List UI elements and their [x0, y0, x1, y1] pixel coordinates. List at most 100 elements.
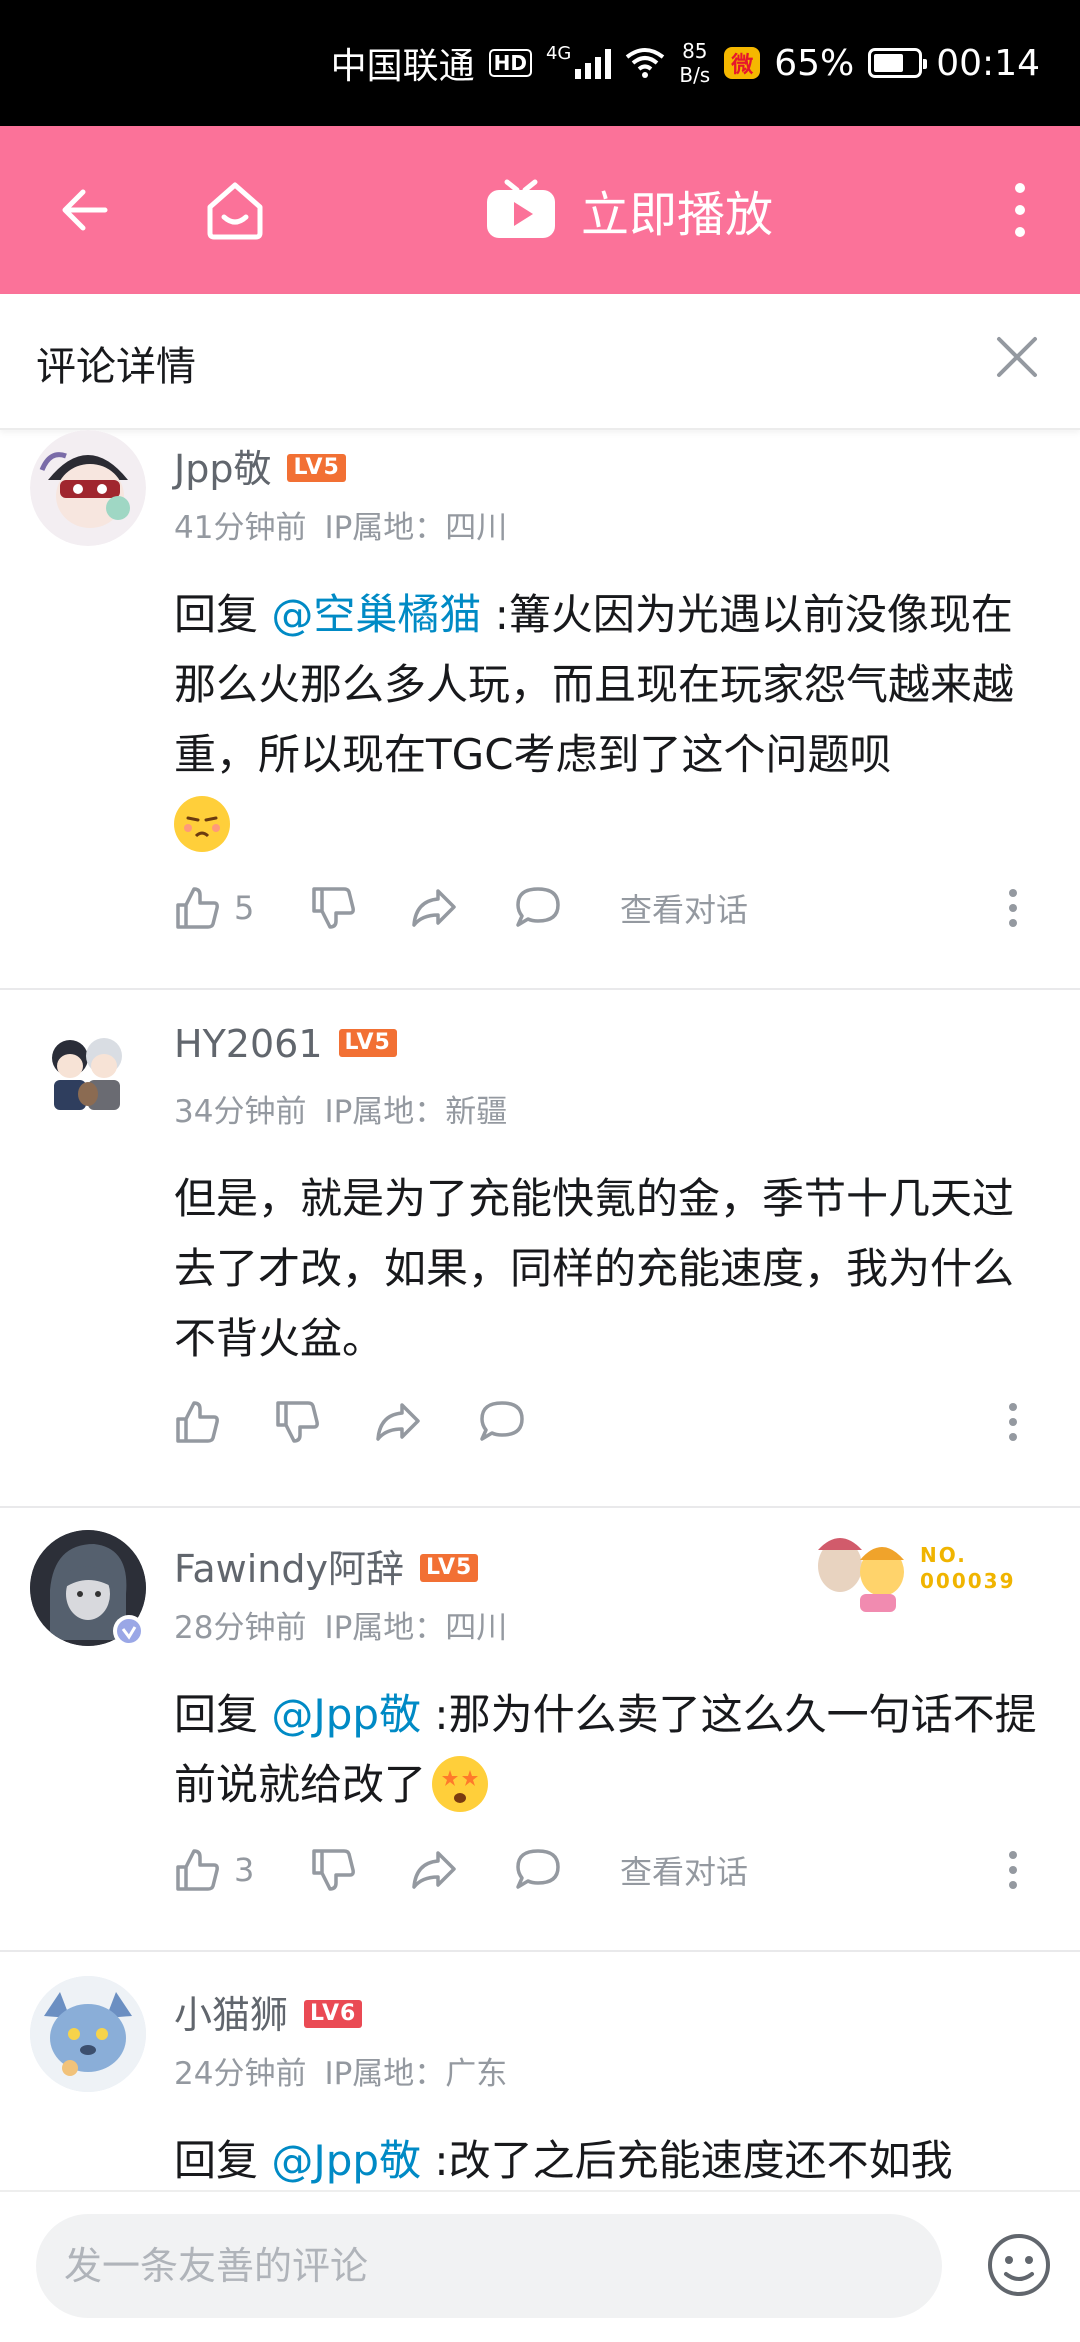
view-dialog-label: 查看对话	[620, 891, 749, 929]
comment-time: 34分钟前	[174, 1094, 307, 1130]
share-icon	[376, 1403, 420, 1441]
close-button[interactable]	[984, 324, 1050, 390]
view-dialog-label: 查看对话	[620, 1853, 749, 1891]
comment-bubble-icon	[516, 1849, 560, 1889]
weibo-icon: 微	[724, 47, 761, 79]
battery-icon	[868, 48, 928, 78]
divider	[0, 1950, 1080, 1952]
comment-time: 24分钟前	[174, 2056, 307, 2092]
thumbs-down-icon	[312, 1849, 355, 1891]
level-badge: LV5	[420, 1553, 479, 1582]
sulky-face-emoji	[174, 795, 230, 852]
mention-link[interactable]: @Jpp敬	[271, 2136, 421, 2185]
comment-detail-header: 评论详情	[0, 294, 1080, 430]
status-bar: 中国联通 HD 4G 85 B/s 微 65% 00:14	[0, 0, 1080, 126]
dislike-button[interactable]	[310, 1840, 356, 1900]
username-text: Fawindy阿辞	[174, 1547, 404, 1591]
hd-badge: HD	[488, 49, 532, 77]
comment-text: 回复 @空巢橘猫 :篝火因为光遇以前没像现在那么火那么多人玩，而且现在玩家怨气越…	[174, 580, 1044, 860]
net-speed-value: 85	[682, 39, 708, 63]
dislike-button[interactable]	[274, 1392, 320, 1452]
mention-link[interactable]: @空巢橘猫	[271, 590, 481, 639]
level-badge: LV5	[287, 453, 346, 482]
page-title: 评论详情	[36, 344, 196, 390]
thumbs-down-icon	[276, 1401, 319, 1443]
avatar[interactable]	[30, 1014, 146, 1130]
dislike-button[interactable]	[310, 878, 356, 938]
share-button[interactable]	[374, 1392, 422, 1452]
share-button[interactable]	[410, 878, 458, 938]
avatar-image	[30, 1014, 146, 1130]
like-button[interactable]: 5	[174, 878, 254, 938]
view-dialog-button[interactable]: 查看对话	[620, 1840, 748, 1900]
view-dialog-button[interactable]: 查看对话	[620, 878, 748, 938]
reply-button[interactable]	[514, 1840, 562, 1900]
starry-eyed-emoji	[432, 1755, 489, 1812]
back-arrow-icon	[62, 189, 108, 231]
share-button[interactable]	[410, 1840, 458, 1900]
mention-link[interactable]: @Jpp敬	[271, 1690, 421, 1739]
comment-time: 41分钟前	[174, 510, 307, 546]
comment-actions	[174, 1392, 1054, 1452]
reply-button[interactable]	[514, 878, 562, 938]
net-speed-unit: B/s	[679, 63, 711, 87]
level-badge: LV6	[304, 1999, 363, 2028]
back-button[interactable]	[40, 126, 130, 294]
comment-input[interactable]	[36, 2214, 942, 2318]
level-badge: LV5	[338, 1028, 397, 1057]
comment-bubble-icon	[516, 887, 560, 927]
ip-location: IP属地：四川	[324, 1610, 508, 1646]
avatar[interactable]	[30, 1976, 146, 2092]
ip-location: IP属地：四川	[324, 510, 508, 546]
play-now-button[interactable]: 立即播放	[485, 126, 773, 294]
tv-play-icon	[487, 179, 555, 238]
emoji-picker-icon[interactable]	[986, 2232, 1052, 2298]
home-button[interactable]	[190, 126, 280, 294]
verified-badge-icon	[113, 1615, 145, 1647]
comment-more-button[interactable]	[1008, 1392, 1018, 1452]
like-count: 3	[234, 1851, 255, 1889]
comment-meta: 24分钟前 IP属地：广东	[174, 2048, 507, 2093]
reply-prefix: 回复	[174, 2136, 272, 2185]
fan-badge-image	[818, 1538, 904, 1612]
username-text: 小猫狮	[174, 1993, 289, 2037]
username-text: Jpp敬	[174, 447, 272, 491]
comment-meta: 41分钟前 IP属地：四川	[174, 502, 507, 547]
reply-prefix: 回复	[174, 1690, 272, 1739]
avatar-image	[30, 1976, 146, 2092]
ip-location: IP属地：广东	[324, 2056, 508, 2092]
like-count: 5	[234, 889, 255, 927]
thumbs-down-icon	[312, 887, 355, 929]
divider	[0, 1506, 1080, 1508]
more-vertical-icon	[1009, 1403, 1017, 1441]
comment-actions: 3 查看对话	[174, 1840, 1054, 1900]
comment-text: 回复 @Jpp敬 :那为什么卖了这么久一句话不提前说就给改了	[174, 1680, 1044, 1820]
net-speed: 85 B/s	[679, 39, 710, 87]
comment-more-button[interactable]	[1008, 1840, 1018, 1900]
comment-input-bar	[0, 2190, 1080, 2342]
username[interactable]: HY2061 LV5	[174, 1022, 397, 1066]
carrier-label: 中国联通	[330, 46, 475, 87]
username-text: HY2061	[174, 1022, 323, 1066]
close-icon	[997, 337, 1037, 377]
comment-list[interactable]: Jpp敬 LV5 41分钟前 IP属地：四川 回复 @空巢橘猫 :篝火因为光遇以前没…	[0, 430, 1080, 2190]
fan-number-badge[interactable]: NO. 000039	[800, 1520, 1040, 1620]
username[interactable]: 小猫狮 LV6	[174, 1984, 363, 2039]
avatar[interactable]	[30, 430, 146, 546]
reply-button[interactable]	[478, 1392, 526, 1452]
username[interactable]: Jpp敬 LV5	[174, 438, 346, 493]
like-button[interactable]	[174, 1392, 220, 1452]
username[interactable]: Fawindy阿辞 LV5	[174, 1538, 479, 1593]
network-type: 4G	[545, 42, 572, 64]
ip-location: IP属地：新疆	[324, 1094, 508, 1130]
divider	[0, 988, 1080, 990]
app-bar: 立即播放	[0, 126, 1080, 294]
like-button[interactable]: 3	[174, 1840, 254, 1900]
more-vertical-icon	[1015, 183, 1025, 237]
wifi-icon	[626, 48, 665, 78]
comment-more-button[interactable]	[1008, 878, 1018, 938]
more-menu-button[interactable]	[980, 126, 1060, 294]
comment-body: 但是，就是为了充能快氪的金，季节十几天过去了才改，如果，同样的充能速度，我为什么…	[174, 1174, 1015, 1363]
more-vertical-icon	[1009, 1851, 1017, 1889]
comment-bubble-icon	[480, 1401, 524, 1441]
